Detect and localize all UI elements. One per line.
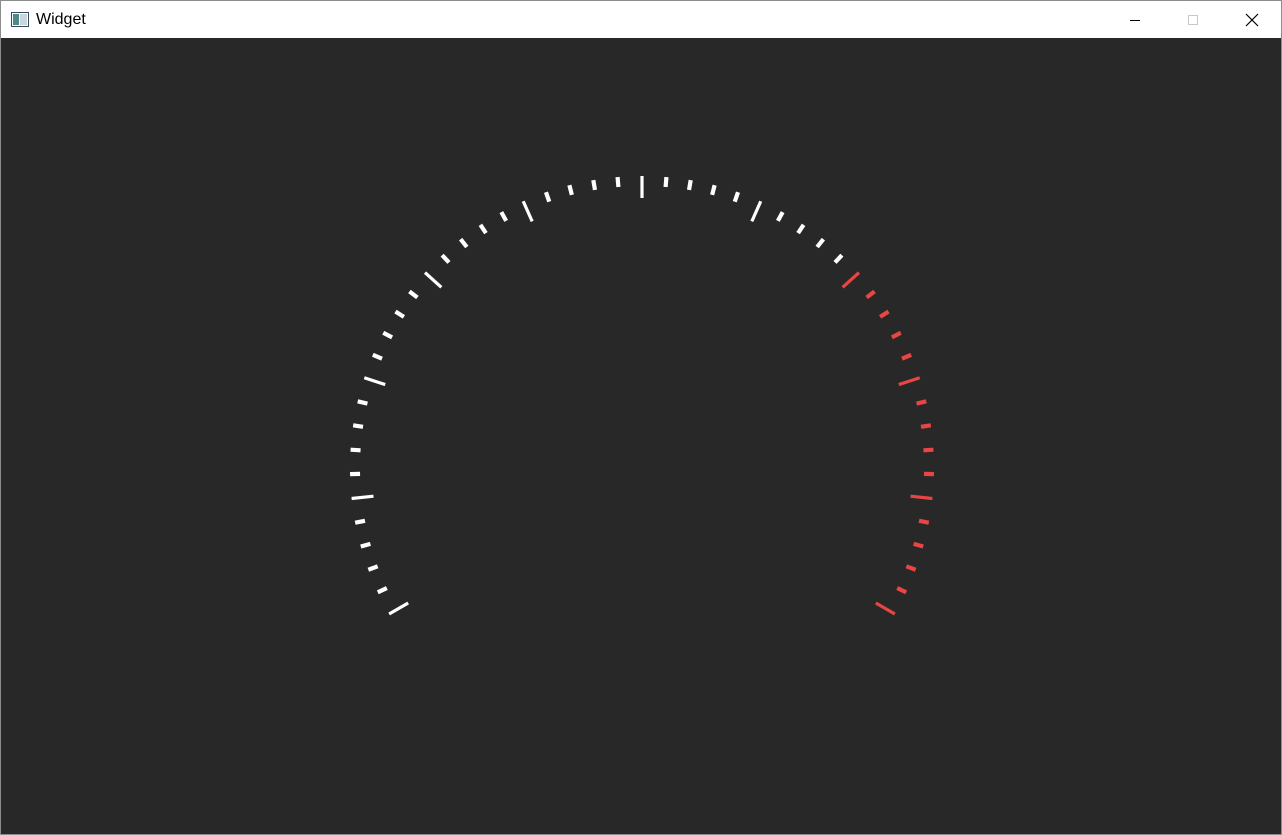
minor-tick-3 [360,541,371,549]
major-tick-50 [875,601,896,616]
minor-tick-36 [865,289,876,300]
minor-tick-38 [890,330,902,340]
close-icon [1245,13,1259,26]
minor-tick-18 [478,223,488,235]
widget-canvas [1,38,1281,834]
major-tick-30 [750,200,763,222]
major-tick-15 [423,271,443,289]
minor-tick-33 [815,237,826,249]
minor-tick-8 [352,423,364,429]
minor-tick-48 [905,564,917,572]
minor-tick-29 [732,191,741,203]
minor-tick-28 [710,184,717,196]
maximize-icon [1188,14,1198,25]
minor-tick-43 [923,447,934,453]
minor-tick-14 [408,289,419,300]
minor-tick-1 [376,586,388,595]
minor-tick-42 [920,423,932,429]
gauge-dial [350,176,934,616]
app-window: Widget [0,0,1282,835]
minor-tick-23 [591,179,598,191]
minor-tick-17 [458,237,469,249]
minor-tick-24 [615,176,621,188]
minor-tick-31 [776,211,785,222]
minor-tick-37 [878,309,890,319]
major-tick-5 [351,494,374,501]
minor-tick-4 [354,518,366,525]
major-tick-0 [388,601,409,616]
minor-tick-46 [918,518,930,525]
major-tick-20 [521,200,534,222]
minor-tick-49 [896,586,908,595]
minimize-button[interactable] [1106,1,1164,38]
minor-tick-26 [663,176,669,188]
minor-tick-32 [796,223,806,235]
minor-tick-27 [686,179,693,191]
minor-tick-39 [901,352,912,361]
minor-tick-19 [499,211,508,222]
major-tick-35 [841,271,861,289]
minor-tick-7 [350,447,361,453]
maximize-button[interactable] [1164,1,1222,38]
app-window-icon [11,12,29,27]
minor-tick-16 [440,253,451,264]
major-tick-40 [898,376,921,387]
minor-tick-12 [382,330,394,340]
major-tick-45 [910,494,933,501]
minimize-icon [1130,19,1140,21]
minor-tick-11 [372,352,383,361]
minor-tick-9 [357,399,368,406]
title-bar[interactable]: Widget [1,1,1281,38]
window-title: Widget [36,11,86,28]
minor-tick-34 [833,253,844,264]
minor-tick-22 [567,184,574,196]
minor-tick-13 [394,309,406,319]
major-tick-10 [363,376,386,387]
minor-tick-2 [367,564,379,572]
minor-tick-47 [913,541,924,549]
minor-tick-21 [543,191,552,203]
close-button[interactable] [1223,1,1281,38]
minor-tick-41 [916,399,927,406]
